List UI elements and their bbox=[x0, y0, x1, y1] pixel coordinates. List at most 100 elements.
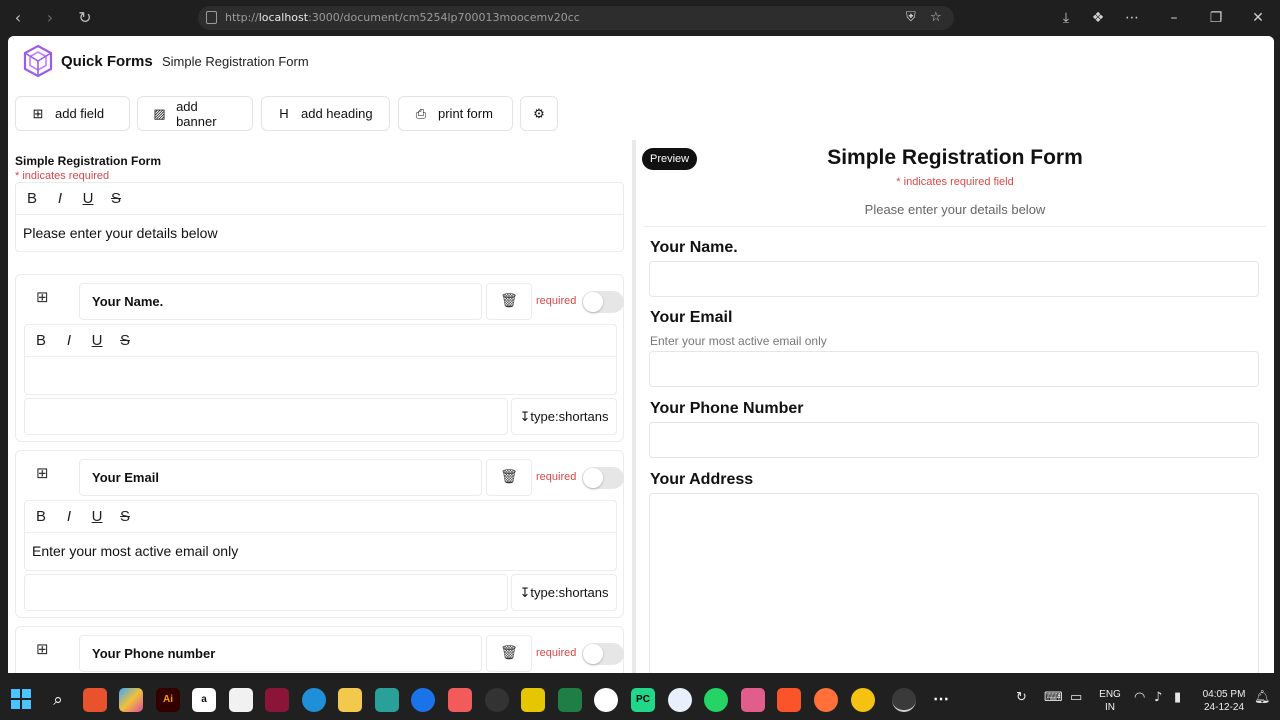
vector-app-icon[interactable] bbox=[265, 688, 289, 712]
chat-app-icon[interactable] bbox=[448, 688, 472, 712]
add-banner-label: add banner bbox=[176, 98, 217, 129]
field-card-email: ⊞ Your Email 🗑︎ required B I U S Enter y… bbox=[15, 450, 624, 618]
firefox-app-icon[interactable] bbox=[814, 688, 838, 712]
extensions-icon[interactable]: ❖ bbox=[1088, 8, 1108, 28]
preview-input-phone[interactable] bbox=[649, 422, 1259, 458]
print-form-button[interactable]: ⎙ print form bbox=[398, 96, 513, 131]
illustrator-app-icon[interactable]: Ai bbox=[156, 688, 180, 712]
minimize-icon[interactable]: – bbox=[1164, 8, 1184, 28]
preview-input-name[interactable] bbox=[649, 261, 1259, 297]
display-icon[interactable]: ▭ bbox=[1070, 690, 1082, 705]
wifi-icon[interactable]: ◠ bbox=[1134, 690, 1145, 705]
strikethrough-button[interactable]: S bbox=[104, 187, 128, 211]
add-heading-button[interactable]: H add heading bbox=[261, 96, 390, 131]
preview-textarea-address[interactable] bbox=[649, 493, 1259, 673]
field-description-text[interactable] bbox=[25, 357, 616, 377]
drag-handle-icon[interactable]: ⊞ bbox=[36, 465, 52, 481]
bold-button[interactable]: B bbox=[29, 329, 53, 353]
chrome-app-icon[interactable] bbox=[851, 688, 875, 712]
delete-field-button[interactable]: 🗑︎ bbox=[486, 459, 532, 496]
italic-button[interactable]: I bbox=[57, 505, 81, 529]
drag-handle-icon[interactable]: ⊞ bbox=[36, 289, 52, 305]
format-toolbar: B I U S bbox=[25, 325, 616, 357]
settings-button[interactable]: ⚙ bbox=[520, 96, 558, 131]
underline-button[interactable]: U bbox=[85, 505, 109, 529]
preview-input-email[interactable] bbox=[649, 351, 1259, 387]
more-apps-icon[interactable]: ⋯ bbox=[929, 688, 953, 712]
address-bar[interactable]: http://localhost:3000/document/cm5254lp7… bbox=[198, 6, 954, 30]
keyboard-icon[interactable]: ⌨ bbox=[1044, 690, 1063, 705]
edge-app-icon[interactable] bbox=[302, 688, 326, 712]
amazon-app-icon[interactable]: a bbox=[192, 688, 216, 712]
field-description-text[interactable]: Enter your most active email only bbox=[25, 533, 616, 569]
weather-app-icon[interactable] bbox=[411, 688, 435, 712]
sync-icon[interactable]: ↻ bbox=[1016, 690, 1027, 705]
field-label-input[interactable]: Your Phone number bbox=[79, 635, 482, 672]
document-name[interactable]: Simple Registration Form bbox=[162, 54, 309, 69]
field-type-button[interactable]: ↧type:shortans bbox=[511, 574, 617, 611]
restore-icon[interactable]: ❐ bbox=[1206, 8, 1226, 28]
drag-handle-icon[interactable]: ⊞ bbox=[36, 641, 52, 657]
bold-button[interactable]: B bbox=[29, 505, 53, 529]
underline-button[interactable]: U bbox=[85, 329, 109, 353]
copilot-app-icon[interactable] bbox=[119, 688, 143, 712]
windows-start-icon[interactable] bbox=[9, 688, 33, 712]
back-icon[interactable]: ‹ bbox=[8, 8, 28, 28]
github-app-icon[interactable] bbox=[594, 688, 618, 712]
form-description-editor[interactable]: B I U S Please enter your details below bbox=[15, 182, 624, 252]
star-icon[interactable]: ☆ bbox=[930, 10, 942, 25]
battery-icon[interactable]: ▮ bbox=[1174, 690, 1181, 705]
pycharm-app-icon[interactable]: PC bbox=[631, 688, 655, 712]
close-icon[interactable]: ✕ bbox=[1248, 8, 1268, 28]
menu-icon[interactable]: ⋯ bbox=[1122, 8, 1142, 28]
obs-app-icon[interactable] bbox=[485, 688, 509, 712]
office-app-icon[interactable] bbox=[83, 688, 107, 712]
form-preview: Simple Registration Form Preview * indic… bbox=[636, 140, 1274, 673]
store-app-icon[interactable] bbox=[229, 688, 253, 712]
search-icon[interactable]: ⌕ bbox=[46, 688, 70, 712]
whatsapp-app-icon[interactable] bbox=[704, 688, 728, 712]
language-indicator[interactable]: ENG IN bbox=[1094, 688, 1126, 714]
brave-app-icon[interactable] bbox=[777, 688, 801, 712]
file-explorer-icon[interactable] bbox=[338, 688, 362, 712]
field-placeholder-input[interactable] bbox=[24, 398, 508, 435]
form-description-text[interactable]: Please enter your details below bbox=[16, 215, 623, 251]
volume-icon[interactable]: ♪ bbox=[1154, 690, 1162, 705]
field-label-input[interactable]: Your Name. bbox=[79, 283, 482, 320]
browser-app-icon-active[interactable] bbox=[892, 688, 916, 712]
field-placeholder-input[interactable] bbox=[24, 574, 508, 611]
italic-button[interactable]: I bbox=[57, 329, 81, 353]
bold-button[interactable]: B bbox=[20, 187, 44, 211]
paint-app-icon[interactable] bbox=[741, 688, 765, 712]
forward-icon[interactable]: › bbox=[40, 8, 60, 28]
field-card-phone: ⊞ Your Phone number 🗑︎ required bbox=[15, 626, 624, 673]
notification-bell-icon[interactable]: 🔔︎ bbox=[1254, 690, 1271, 705]
download-icon[interactable]: ⤓ bbox=[1056, 8, 1076, 28]
field-description-editor[interactable]: B I U S Enter your most active email onl… bbox=[24, 500, 617, 571]
clock[interactable]: 04:05 PM 24-12-24 bbox=[1196, 688, 1252, 714]
quick-forms-logo-icon[interactable] bbox=[22, 44, 54, 78]
underline-button[interactable]: U bbox=[76, 187, 100, 211]
page-info-icon[interactable] bbox=[206, 11, 217, 24]
delete-field-button[interactable]: 🗑︎ bbox=[486, 283, 532, 320]
strikethrough-button[interactable]: S bbox=[113, 329, 137, 353]
image-plus-icon: ▨ bbox=[153, 105, 166, 121]
field-label-input[interactable]: Your Email bbox=[79, 459, 482, 496]
required-toggle[interactable] bbox=[582, 643, 624, 665]
strikethrough-button[interactable]: S bbox=[113, 505, 137, 529]
preview-description: Please enter your details below bbox=[864, 202, 1046, 217]
required-toggle[interactable] bbox=[582, 291, 624, 313]
add-banner-button[interactable]: ▨ add banner bbox=[137, 96, 253, 131]
appstore-app-icon[interactable] bbox=[668, 688, 692, 712]
delete-field-button[interactable]: 🗑︎ bbox=[486, 635, 532, 672]
excel-app-icon[interactable] bbox=[558, 688, 582, 712]
field-description-editor[interactable]: B I U S bbox=[24, 324, 617, 395]
italic-button[interactable]: I bbox=[48, 187, 72, 211]
required-toggle[interactable] bbox=[582, 467, 624, 489]
reload-icon[interactable]: ↻ bbox=[75, 8, 95, 28]
shield-icon[interactable]: ⛨ bbox=[906, 10, 916, 25]
add-field-button[interactable]: ⊞ add field bbox=[15, 96, 130, 131]
field-type-button[interactable]: ↧type:shortans bbox=[511, 398, 617, 435]
sketch-app-icon[interactable] bbox=[375, 688, 399, 712]
music-app-icon[interactable] bbox=[521, 688, 545, 712]
